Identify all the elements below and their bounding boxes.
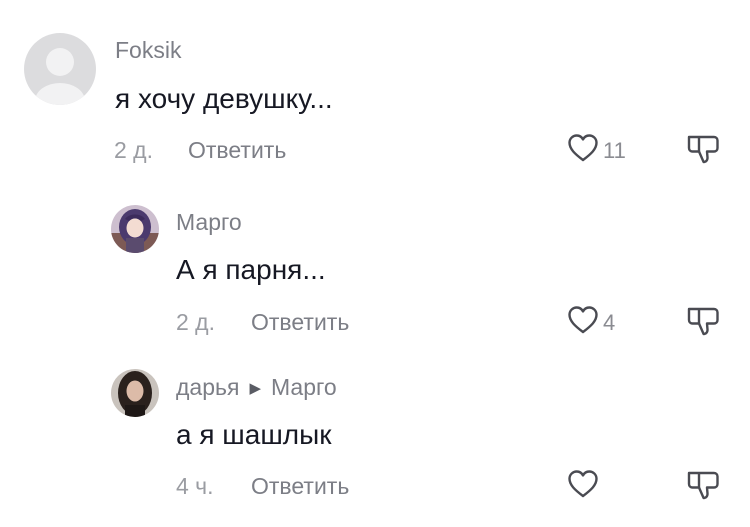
heart-outline-icon	[567, 305, 599, 340]
comment-text: а я шашлык	[176, 419, 332, 450]
dislike-button[interactable]	[686, 134, 720, 169]
avatar[interactable]	[111, 369, 159, 417]
like-count: 4	[603, 309, 616, 335]
like-button[interactable]: 11	[567, 133, 626, 168]
dislike-button[interactable]	[686, 470, 720, 505]
thumbs-down-icon	[686, 307, 720, 340]
heart-outline-icon	[567, 133, 599, 168]
thumbs-down-icon	[686, 135, 720, 168]
timestamp: 2 д.	[114, 137, 153, 163]
username[interactable]: дарья ▶ Марго	[176, 374, 337, 401]
thumbs-down-icon	[686, 471, 720, 504]
username[interactable]: Марго	[176, 209, 242, 236]
avatar[interactable]	[24, 33, 96, 105]
like-button[interactable]	[567, 469, 603, 504]
comment-text: я хочу девушку...	[115, 83, 333, 114]
reply-button[interactable]: Ответить	[251, 473, 349, 500]
username-text[interactable]: дарья	[176, 374, 239, 400]
reply-button[interactable]: Ответить	[188, 137, 286, 164]
heart-outline-icon	[567, 469, 599, 504]
username[interactable]: Foksik	[115, 37, 181, 64]
comment-text: А я парня...	[176, 254, 326, 285]
reply-button[interactable]: Ответить	[251, 309, 349, 336]
triangle-right-icon: ▶	[249, 380, 261, 397]
reply-to-username[interactable]: Марго	[271, 374, 337, 400]
avatar[interactable]	[111, 205, 159, 253]
timestamp: 2 д.	[176, 309, 215, 335]
like-count: 11	[603, 137, 626, 163]
dislike-button[interactable]	[686, 306, 720, 341]
like-button[interactable]: 4	[567, 305, 615, 340]
timestamp: 4 ч.	[176, 473, 214, 499]
